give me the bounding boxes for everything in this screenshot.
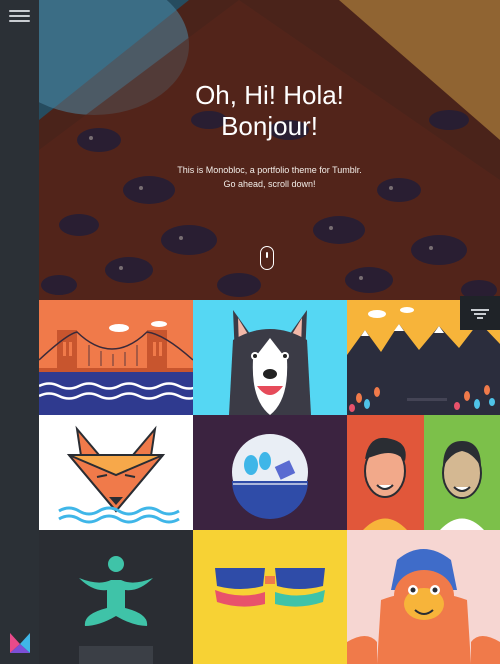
portfolio-item-glasses[interactable]	[193, 530, 347, 664]
filter-icon[interactable]	[460, 296, 500, 330]
bridge-illustration	[39, 300, 193, 415]
portfolio-item-monkey[interactable]	[347, 530, 500, 664]
monobloc-logo[interactable]	[9, 632, 31, 654]
hero-description-line-1: This is Monobloc, a portfolio theme for …	[177, 165, 362, 175]
sidebar	[0, 0, 39, 664]
portfolio-item-circle-scene[interactable]	[193, 415, 347, 530]
monkey-illustration	[347, 530, 500, 664]
portfolio-item-yoga[interactable]	[39, 530, 193, 664]
hero-description-line-2: Go ahead, scroll down!	[223, 179, 316, 189]
husky-illustration	[193, 300, 347, 415]
portfolio-item-portraits[interactable]	[347, 415, 500, 530]
hero-section: Oh, Hi! Hola! Bonjour! This is Monobloc,…	[39, 0, 500, 300]
portfolio-item-bridge[interactable]	[39, 300, 193, 415]
circle-scene-illustration	[193, 415, 347, 530]
portfolio-item-husky[interactable]	[193, 300, 347, 415]
portfolio-grid	[39, 300, 500, 664]
hero-title: Oh, Hi! Hola! Bonjour!	[39, 80, 500, 142]
hero-title-line-2: Bonjour!	[221, 111, 318, 141]
mouse-scroll-icon[interactable]	[260, 246, 274, 270]
glasses-illustration	[193, 530, 347, 664]
hamburger-menu-icon[interactable]	[9, 9, 30, 23]
yoga-illustration	[39, 530, 193, 664]
fox-illustration	[39, 415, 193, 530]
portfolio-item-fox[interactable]	[39, 415, 193, 530]
hero-title-line-1: Oh, Hi! Hola!	[195, 80, 344, 110]
portraits-illustration	[347, 415, 500, 530]
hero-description: This is Monobloc, a portfolio theme for …	[39, 163, 500, 191]
